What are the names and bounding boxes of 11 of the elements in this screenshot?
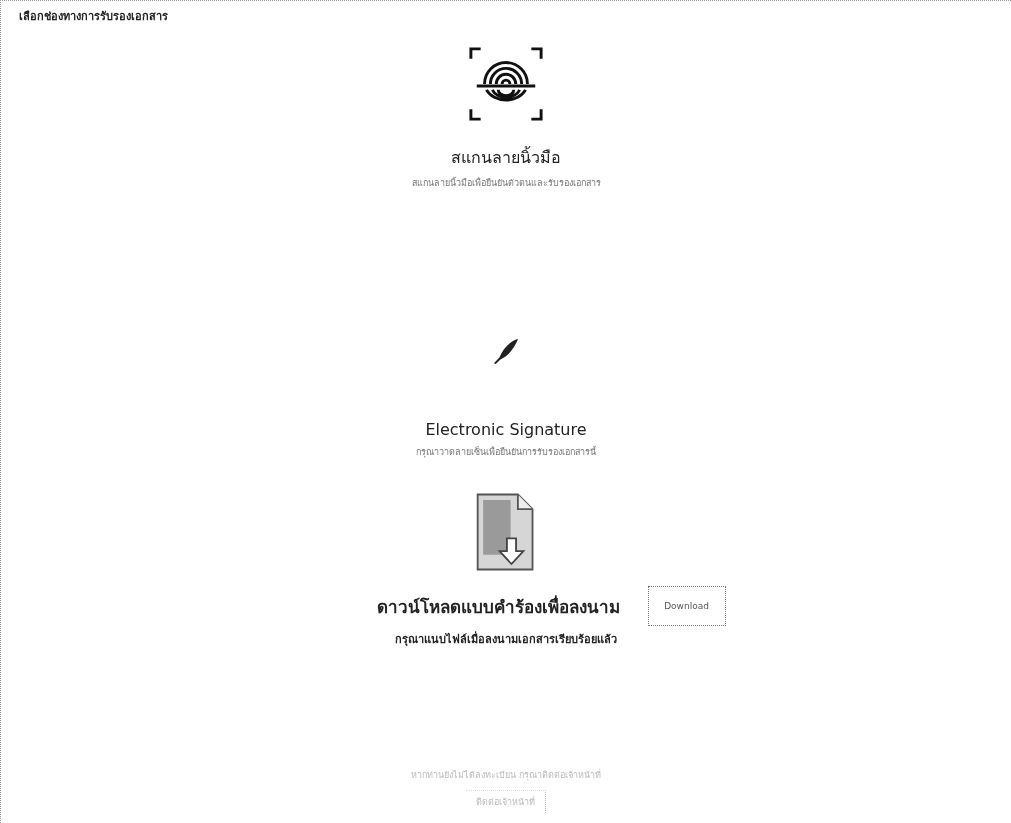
page-title: เลือกช่องทางการรับรองเอกสาร <box>18 9 168 25</box>
option-heading: ดาวน์โหลดแบบคำร้องเพื่อลงนาม <box>376 594 620 619</box>
option-description: กรุณาวาดลายเซ็นเพื่อยืนยันการรับรองเอกสารนี้ <box>416 445 596 459</box>
option-heading: สแกนลายนิ้วมือ <box>451 145 561 169</box>
fingerprint-icon[interactable] <box>467 45 545 123</box>
download-button[interactable]: Download <box>647 586 726 626</box>
option-heading: Electronic Signature <box>425 420 587 439</box>
option-description: กรุณาแนบไฟล์เมื่อลงนามเอกสารเรียบร้อยแล้ว <box>395 630 617 648</box>
footer-note: หากท่านยังไม่ได้ลงทะเบียน กรุณาติดต่อเจ้าหน้าที่ <box>411 768 601 782</box>
feather-icon[interactable] <box>492 337 520 365</box>
option-description: สแกนลายนิ้วมือเพื่อยืนยันตัวตนและรับรองเอกสาร <box>411 176 601 190</box>
